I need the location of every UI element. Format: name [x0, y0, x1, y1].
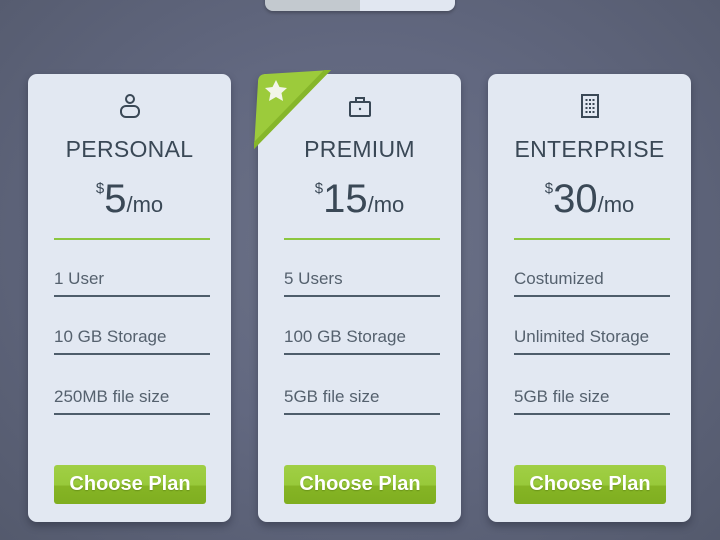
feature-label: Unlimited Storage: [514, 327, 650, 346]
plan-name: PERSONAL: [65, 136, 194, 162]
feature-label: 250MB file size: [54, 387, 170, 406]
star-icon: [265, 80, 287, 101]
accent-divider: [54, 238, 210, 240]
feature-item: 250MB file size: [54, 383, 210, 415]
briefcase-icon: [347, 92, 373, 120]
price-period: /mo: [126, 192, 164, 217]
price-currency: $: [544, 180, 554, 197]
feature-item: 5 Users: [284, 265, 440, 297]
toggle-option-left[interactable]: [265, 0, 360, 11]
choose-plan-button[interactable]: Choose Plan: [514, 465, 666, 504]
feature-label: 5 Users: [284, 269, 343, 288]
accent-divider: [514, 238, 670, 240]
plan-price: $15/mo: [258, 176, 461, 222]
plan-name: ENTERPRISE: [514, 136, 665, 162]
feature-label: 1 User: [54, 269, 105, 288]
plan-card-premium: PREMIUM $15/mo 5 Users 100 GB Storage 5G…: [254, 70, 461, 522]
user-icon: [117, 92, 143, 120]
price-period: /mo: [367, 192, 405, 217]
feature-item: 10 GB Storage: [54, 323, 210, 355]
feature-item: 5GB file size: [284, 383, 440, 415]
plan-card-personal: PERSONAL $5/mo 1 User 10 GB Storage 250M…: [28, 74, 231, 522]
feature-label: Costumized: [514, 269, 604, 288]
feature-item: 5GB file size: [514, 383, 670, 415]
toggle-option-right[interactable]: [360, 0, 455, 11]
plan-price: $5/mo: [28, 176, 231, 222]
plan-price: $30/mo: [488, 176, 691, 222]
feature-item: 1 User: [54, 265, 210, 297]
feature-item: Costumized: [514, 265, 670, 297]
choose-plan-button[interactable]: Choose Plan: [54, 465, 206, 504]
plan-toggle[interactable]: [265, 0, 455, 11]
feature-label: 100 GB Storage: [284, 327, 406, 346]
price-currency: $: [95, 180, 105, 197]
feature-item: 100 GB Storage: [284, 323, 440, 355]
price-amount: 30: [553, 177, 598, 221]
accent-divider: [284, 238, 440, 240]
price-amount: 5: [104, 177, 127, 221]
feature-label: 5GB file size: [514, 387, 610, 406]
feature-label: 10 GB Storage: [54, 327, 167, 346]
feature-item: Unlimited Storage: [514, 323, 670, 355]
building-icon: [577, 92, 603, 120]
price-period: /mo: [597, 192, 635, 217]
price-amount: 15: [323, 177, 368, 221]
plan-name: PREMIUM: [304, 136, 415, 162]
price-currency: $: [314, 180, 324, 197]
choose-plan-button[interactable]: Choose Plan: [284, 465, 436, 504]
feature-label: 5GB file size: [284, 387, 380, 406]
plan-card-enterprise: ENTERPRISE $30/mo Costumized Unlimited S…: [488, 74, 691, 522]
